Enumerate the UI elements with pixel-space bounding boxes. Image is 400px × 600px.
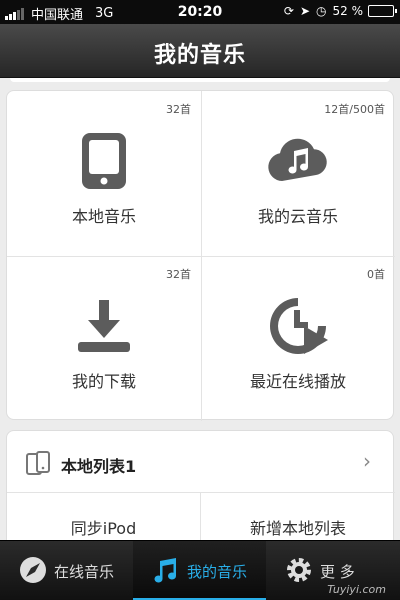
status-bar: 中国联通 3G 20:20 ⟳ ➤ ◷ 52 % — [0, 0, 400, 24]
tab-label: 在线音乐 — [54, 563, 115, 581]
tablet-icon — [82, 133, 126, 189]
tile-recent-online[interactable]: 0首 最近在线播放 — [201, 256, 395, 421]
tile-count: 32首 — [166, 268, 191, 281]
tab-label: 我的音乐 — [187, 563, 248, 581]
music-note-icon — [154, 558, 177, 583]
tab-bar: 在线音乐 我的音乐 更 多 Tuyiyi.com — [0, 540, 400, 600]
gear-icon — [287, 558, 311, 582]
local-list-card: 本地列表1 › 同步iPod 新增本地列表 — [6, 430, 395, 551]
tab-my-music[interactable]: 我的音乐 — [133, 541, 266, 600]
local-list-row[interactable]: 本地列表1 › — [7, 431, 395, 493]
tile-count: 12首/500首 — [324, 103, 385, 116]
scroll-edge — [10, 78, 390, 82]
download-icon — [78, 300, 130, 352]
music-tiles-grid: 32首 本地音乐 12首/500首 我的云音乐 32首 我的下载 0首 最近在线… — [6, 90, 395, 421]
device-list-icon — [26, 451, 50, 475]
alarm-icon: ◷ — [316, 4, 327, 18]
battery-percent: 52 % — [332, 4, 364, 18]
tile-local-music[interactable]: 32首 本地音乐 — [7, 91, 201, 256]
list-title: 本地列表1 — [61, 457, 137, 476]
tile-my-downloads[interactable]: 32首 我的下载 — [7, 256, 201, 421]
tile-count: 32首 — [166, 103, 191, 116]
tile-label: 本地音乐 — [71, 207, 136, 226]
tab-label: 更 多 — [320, 563, 355, 581]
tile-cloud-music[interactable]: 12首/500首 我的云音乐 — [201, 91, 395, 256]
navigation-bar: 我的音乐 — [0, 24, 400, 78]
rotation-lock-icon: ⟳ — [283, 4, 294, 18]
compass-icon — [20, 557, 46, 583]
tab-online-music[interactable]: 在线音乐 — [0, 541, 133, 600]
watermark: Tuyiyi.com — [327, 583, 386, 596]
cloud-music-icon — [268, 138, 327, 181]
tile-label: 我的下载 — [71, 372, 136, 391]
location-icon: ➤ — [299, 4, 311, 18]
recent-play-icon — [270, 298, 328, 354]
chevron-right-icon: › — [363, 449, 371, 473]
battery-icon — [368, 5, 397, 17]
page-title: 我的音乐 — [153, 43, 246, 68]
tile-label: 我的云音乐 — [257, 207, 338, 226]
tile-label: 最近在线播放 — [249, 372, 346, 391]
tile-count: 0首 — [367, 268, 385, 281]
